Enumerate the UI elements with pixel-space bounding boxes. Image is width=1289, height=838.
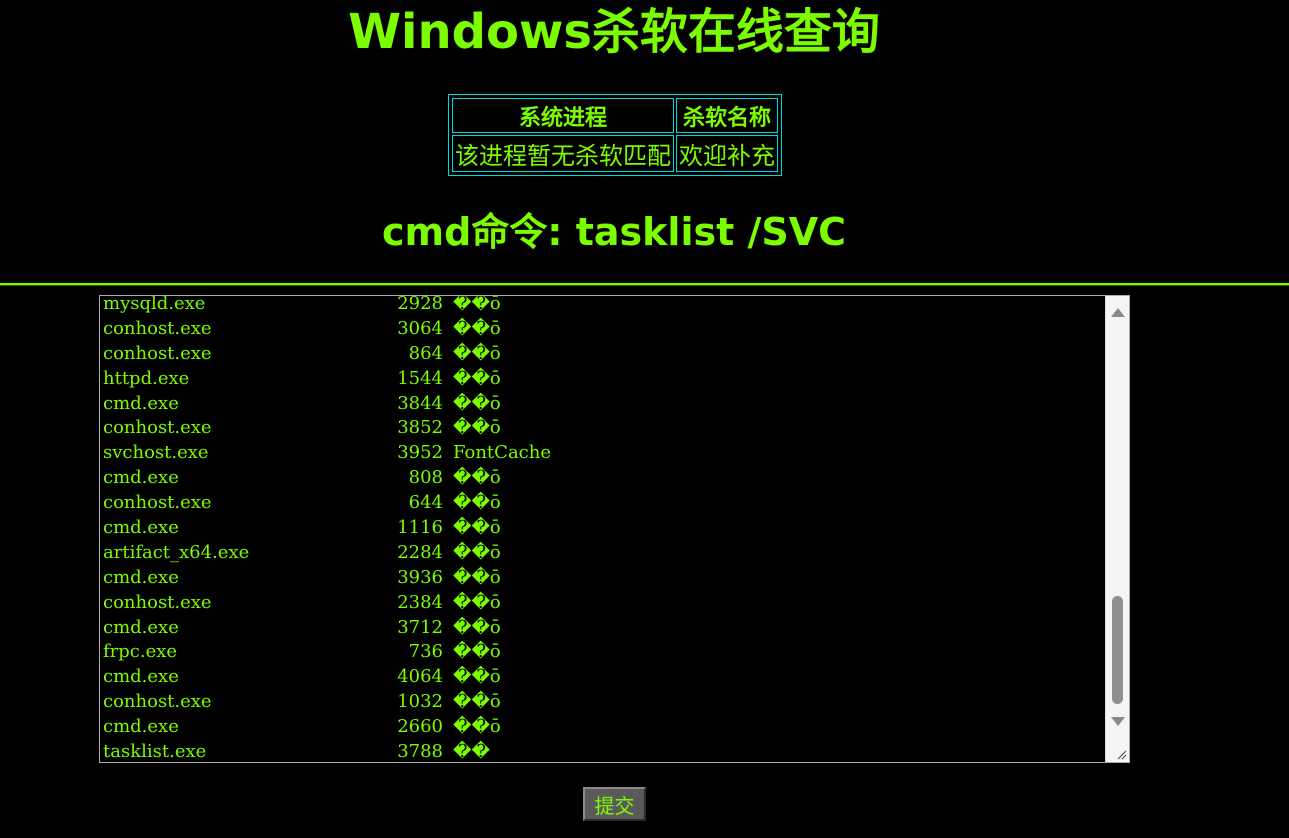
submit-button[interactable]: 提交 — [583, 787, 646, 821]
process-service: ��ō — [453, 492, 501, 514]
list-item: httpd.exe 1544 ��ō — [103, 367, 1105, 392]
list-item: mysqld.exe 2928 ��ṑ — [103, 295, 1105, 317]
cell-process-result: 该进程暂无杀软匹配 — [452, 135, 674, 172]
process-pid: 3788 — [397, 741, 443, 763]
process-pid: 736 — [408, 641, 443, 663]
tasklist-output-lines: mysqld.exe 2928 ��ṑ conhost.exe 3064 ��ō conho… — [103, 295, 1105, 763]
list-item: conhost.exe 1032 ��ō — [103, 690, 1105, 715]
process-service: ��ṑ — [453, 295, 501, 314]
process-pid: 2384 — [397, 591, 443, 613]
process-service: ��ō — [453, 666, 501, 688]
list-item: cmd.exe 1116 ��ō — [103, 516, 1105, 541]
process-service: ��ō — [453, 541, 501, 563]
table-row: 该进程暂无杀软匹配 欢迎补充 — [452, 135, 778, 172]
triangle-down-icon[interactable] — [1111, 717, 1125, 726]
process-name: cmd.exe — [103, 467, 179, 489]
list-item: cmd.exe 3712 ��ō — [103, 616, 1105, 641]
list-item: conhost.exe 3064 ��ō — [103, 317, 1105, 342]
process-pid: 1032 — [397, 691, 443, 713]
cmd-command-heading: cmd命令: tasklist /SVC — [381, 210, 847, 254]
process-name: cmd.exe — [103, 666, 179, 688]
list-item: conhost.exe 644 ��ō — [103, 491, 1105, 516]
process-service: ��ō — [453, 517, 501, 539]
list-item: conhost.exe 3852 ��ō — [103, 416, 1105, 441]
process-pid: 1116 — [397, 517, 443, 539]
process-service: ��ō — [453, 417, 501, 439]
process-service: ��ō — [453, 566, 501, 588]
process-service: ��ō — [453, 317, 501, 339]
process-pid: 3852 — [397, 417, 443, 439]
list-item: artifact_x64.exe 2284 ��ō — [103, 541, 1105, 566]
process-pid: 864 — [408, 342, 443, 364]
process-service: ��ō — [453, 641, 501, 663]
process-pid: 808 — [408, 467, 443, 489]
process-name: conhost.exe — [103, 691, 212, 713]
process-name: frpc.exe — [103, 641, 178, 663]
process-pid: 644 — [408, 492, 443, 514]
vertical-scrollbar[interactable] — [1105, 296, 1129, 762]
process-pid: 1544 — [397, 367, 443, 389]
process-service: ��ō — [453, 691, 501, 713]
process-service: FontCache — [453, 442, 551, 464]
horizontal-divider — [0, 283, 1289, 285]
process-service: ��ō — [453, 591, 501, 613]
list-item: cmd.exe 808 ��ō — [103, 466, 1105, 491]
process-pid: 2284 — [397, 541, 443, 563]
process-name: cmd.exe — [103, 566, 179, 588]
process-name: conhost.exe — [103, 492, 212, 514]
process-name: conhost.exe — [103, 342, 212, 364]
process-service: �� — [453, 741, 490, 763]
process-pid: 3712 — [397, 616, 443, 638]
result-table: 系统进程 杀软名称 该进程暂无杀软匹配 欢迎补充 — [448, 94, 782, 176]
list-item: svchost.exe 3952 FontCache — [103, 441, 1105, 466]
column-header-antivirus: 杀软名称 — [676, 98, 778, 133]
process-service: ��ō — [453, 342, 501, 364]
process-pid: 2660 — [397, 716, 443, 738]
list-item: frpc.exe 736 ��ō — [103, 640, 1105, 665]
scrollbar-thumb[interactable] — [1112, 596, 1123, 704]
list-item: conhost.exe 864 ��ō — [103, 342, 1105, 367]
process-name: mysqld.exe — [103, 295, 206, 314]
process-service: ��ō — [453, 367, 501, 389]
process-pid: 4064 — [397, 666, 443, 688]
process-name: cmd.exe — [103, 716, 179, 738]
process-name: artifact_x64.exe — [103, 541, 250, 563]
process-service: ��ō — [453, 392, 501, 414]
process-pid: 2928 — [397, 295, 443, 314]
process-name: cmd.exe — [103, 517, 179, 539]
process-name: conhost.exe — [103, 591, 212, 613]
list-item: cmd.exe 3936 ��ō — [103, 566, 1105, 591]
process-name: httpd.exe — [103, 367, 190, 389]
process-name: tasklist.exe — [103, 741, 207, 763]
process-name: conhost.exe — [103, 417, 212, 439]
list-item: cmd.exe 3844 ��ō — [103, 392, 1105, 417]
process-name: cmd.exe — [103, 392, 179, 414]
cell-antivirus-result: 欢迎补充 — [676, 135, 778, 172]
list-item: conhost.exe 2384 ��ō — [103, 591, 1105, 616]
tasklist-textarea[interactable]: mysqld.exe 2928 ��ṑ conhost.exe 3064 ��ō conho… — [99, 295, 1130, 763]
process-name: svchost.exe — [103, 442, 209, 464]
process-pid: 3936 — [397, 566, 443, 588]
process-pid: 3952 — [397, 442, 443, 464]
list-item: tasklist.exe 3788 �� — [103, 740, 1105, 763]
process-pid: 3844 — [397, 392, 443, 414]
process-service: ��ō — [453, 467, 501, 489]
process-service: ��ō — [453, 716, 501, 738]
column-header-process: 系统进程 — [452, 98, 674, 133]
process-name: conhost.exe — [103, 317, 212, 339]
triangle-up-icon[interactable] — [1111, 308, 1125, 317]
process-service: ��ō — [453, 616, 501, 638]
table-header-row: 系统进程 杀软名称 — [452, 98, 778, 133]
process-pid: 3064 — [397, 317, 443, 339]
page-title: Windows杀软在线查询 — [348, 4, 880, 60]
list-item: cmd.exe 4064 ��ō — [103, 665, 1105, 690]
resize-grip-icon[interactable] — [1115, 748, 1127, 760]
process-name: cmd.exe — [103, 616, 179, 638]
list-item: cmd.exe 2660 ��ō — [103, 715, 1105, 740]
